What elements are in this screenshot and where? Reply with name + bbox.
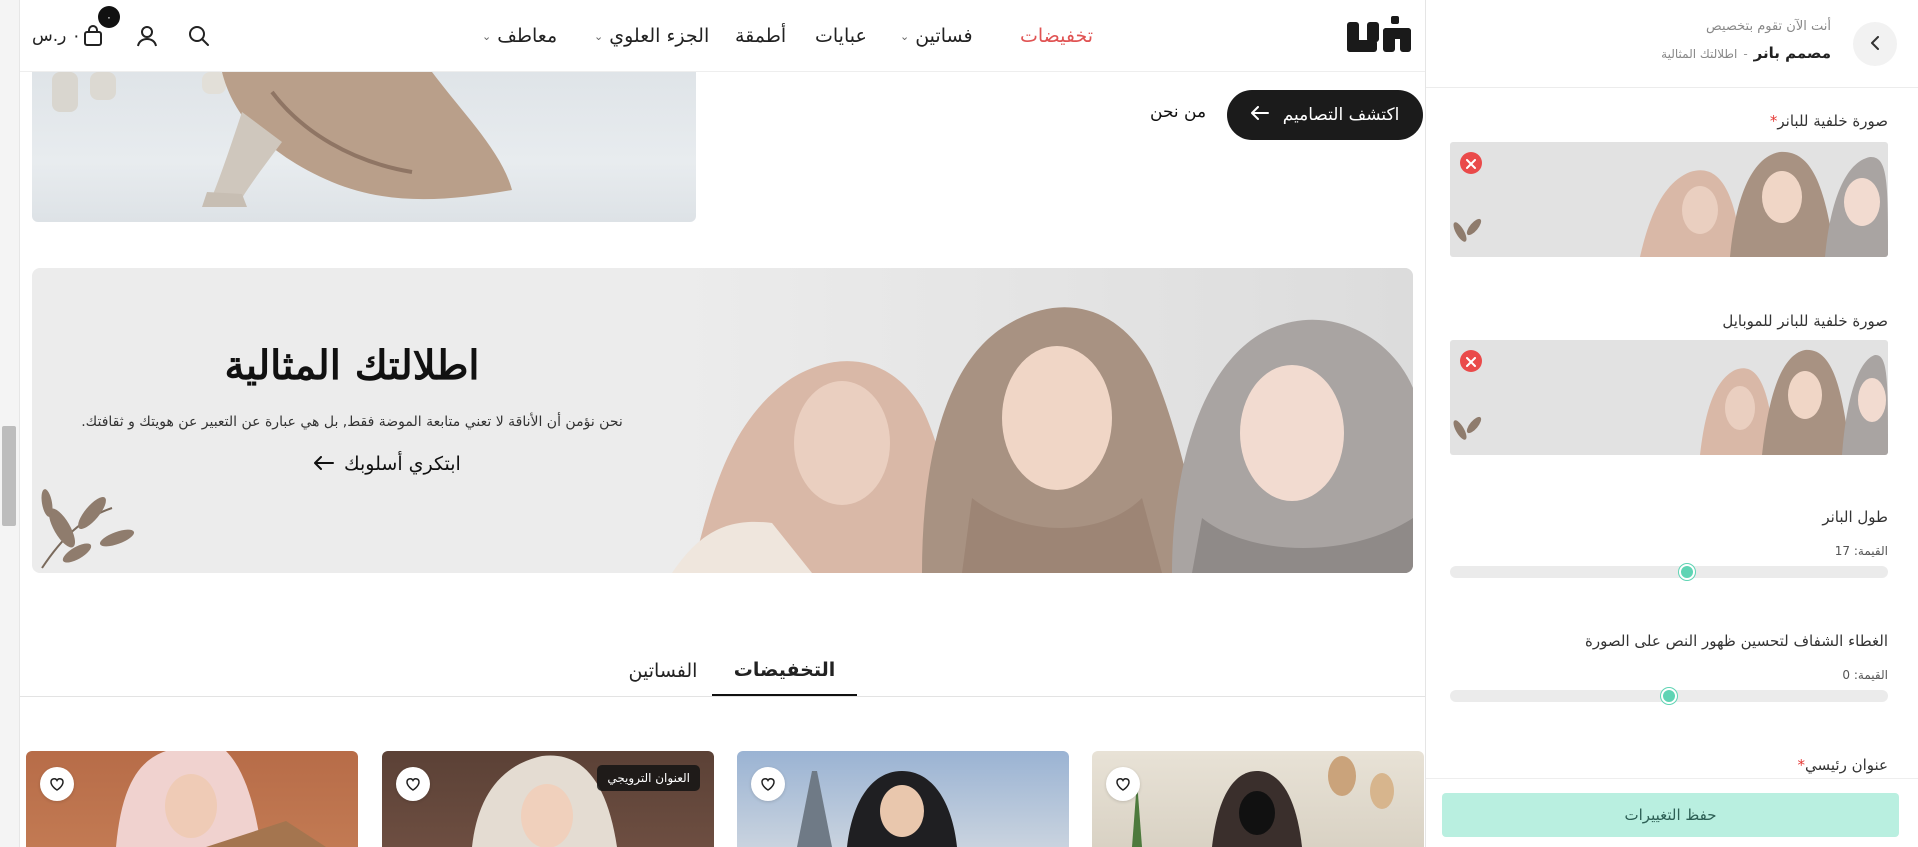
product-card[interactable]: [737, 751, 1069, 847]
breadcrumb-section: مصمم بانر: [1753, 44, 1831, 62]
hero-banner: اطلالتك المثالية نحن نؤمن أن الأناقة لا …: [32, 268, 1413, 573]
hero-subtitle: نحن نؤمن أن الأناقة لا تعني متابعة الموض…: [81, 414, 623, 430]
site-header: تخفيضات فساتين ⌄ عبايات أطمقة الجزء العلو…: [20, 0, 1425, 72]
mobile-background-image-thumbnail: [1453, 349, 1888, 455]
save-bar: حفظ التغييرات: [1426, 778, 1918, 847]
about-us-link[interactable]: من نحن: [1150, 102, 1206, 122]
preview-scrollbar[interactable]: [0, 0, 20, 847]
nav-item-sale[interactable]: تخفيضات: [1020, 22, 1093, 50]
banner-height-label: طول البانر: [1822, 508, 1888, 526]
tab-sales[interactable]: التخفيضات: [712, 646, 857, 696]
back-button[interactable]: [1853, 22, 1897, 66]
breadcrumb-separator: -: [1743, 47, 1748, 61]
remove-image-button[interactable]: [1460, 350, 1482, 372]
panel-header: أنت الآن تقوم بتخصيص مصمم بانر - اطلالتك…: [1426, 0, 1918, 88]
preview-scroll-thumb[interactable]: [2, 426, 16, 526]
nav-item-abayas[interactable]: عبايات: [815, 22, 867, 50]
overlay-value: القيمة: 0: [1842, 668, 1888, 682]
product-tabs: التخفيضات الفساتين: [20, 636, 1425, 697]
hero-cta-link[interactable]: ابتكري أسلوبك: [314, 453, 461, 475]
cart-count-badge: ٠: [98, 6, 120, 28]
overlay-slider[interactable]: [1450, 688, 1888, 704]
arrow-left-icon: [1250, 105, 1269, 125]
breadcrumb-item: اطلالتك المثالية: [1661, 47, 1738, 61]
banner-height-value: القيمة: 17: [1834, 544, 1888, 558]
chevron-down-icon: ⌄: [482, 29, 492, 43]
product-card[interactable]: العنوان الترويجي: [382, 751, 714, 847]
heart-icon[interactable]: [40, 767, 74, 801]
heart-icon[interactable]: [396, 767, 430, 801]
hero-photo: [672, 268, 1413, 573]
store-preview: تخفيضات فساتين ⌄ عبايات أطمقة الجزء العلو…: [0, 0, 1425, 847]
nav-item-tops[interactable]: الجزء العلوي ⌄: [594, 22, 709, 50]
product-image: [797, 771, 957, 847]
banner-height-slider[interactable]: [1450, 564, 1888, 580]
chevron-left-icon: [1869, 35, 1881, 54]
chevron-down-icon: ⌄: [594, 29, 604, 43]
hero-title: اطلالتك المثالية: [224, 342, 480, 389]
mobile-background-image-preview[interactable]: [1450, 340, 1888, 455]
promo-badge: العنوان الترويجي: [597, 765, 700, 791]
heart-icon[interactable]: [751, 767, 785, 801]
background-image-preview[interactable]: [1450, 142, 1888, 257]
background-image-label: صورة خلفية للبانر*: [1769, 112, 1888, 130]
background-image-thumbnail: [1453, 151, 1888, 257]
mobile-background-image-label: صورة خلفية للبانر للموبايل: [1722, 312, 1888, 330]
required-marker: *: [1797, 756, 1805, 774]
close-icon: [1466, 352, 1476, 371]
search-icon[interactable]: [185, 22, 213, 50]
settings-panel: أنت الآن تقوم بتخصيص مصمم بانر - اطلالتك…: [1425, 0, 1918, 847]
remove-image-button[interactable]: [1460, 152, 1482, 174]
product-image: [116, 751, 326, 847]
main-title-label: عنوان رئيسي*: [1797, 756, 1888, 774]
banner-height-slider-thumb[interactable]: [1678, 564, 1695, 580]
product-image: [1132, 756, 1394, 847]
tab-dresses[interactable]: الفساتين: [618, 646, 708, 696]
overlay-label: الغطاء الشفاف لتحسين ظهور النص على الصور…: [1585, 632, 1888, 650]
nav-item-dresses[interactable]: فساتين ⌄: [900, 22, 973, 50]
arrow-left-icon: [314, 453, 334, 475]
customizing-note: أنت الآن تقوم بتخصيص: [1706, 19, 1831, 34]
heart-icon[interactable]: [1106, 767, 1140, 801]
featured-image: [32, 72, 696, 222]
nav-item-coats[interactable]: معاطف ⌄: [482, 22, 557, 50]
cart-total: ٠ ر.س: [32, 26, 81, 46]
product-card[interactable]: [1092, 751, 1424, 847]
leaf-decoration: [41, 489, 135, 569]
user-icon[interactable]: [133, 22, 161, 50]
explore-designs-button[interactable]: اكتشف التصاميم: [1227, 90, 1423, 140]
chevron-down-icon: ⌄: [900, 29, 910, 43]
nav-item-sets[interactable]: أطمقة: [735, 22, 786, 50]
save-changes-button[interactable]: حفظ التغييرات: [1442, 793, 1899, 837]
overlay-slider-thumb[interactable]: [1661, 688, 1677, 704]
breadcrumb: مصمم بانر - اطلالتك المثالية: [1661, 44, 1831, 62]
store-logo[interactable]: [1345, 14, 1415, 58]
close-icon: [1466, 154, 1476, 173]
product-card[interactable]: [26, 751, 358, 847]
